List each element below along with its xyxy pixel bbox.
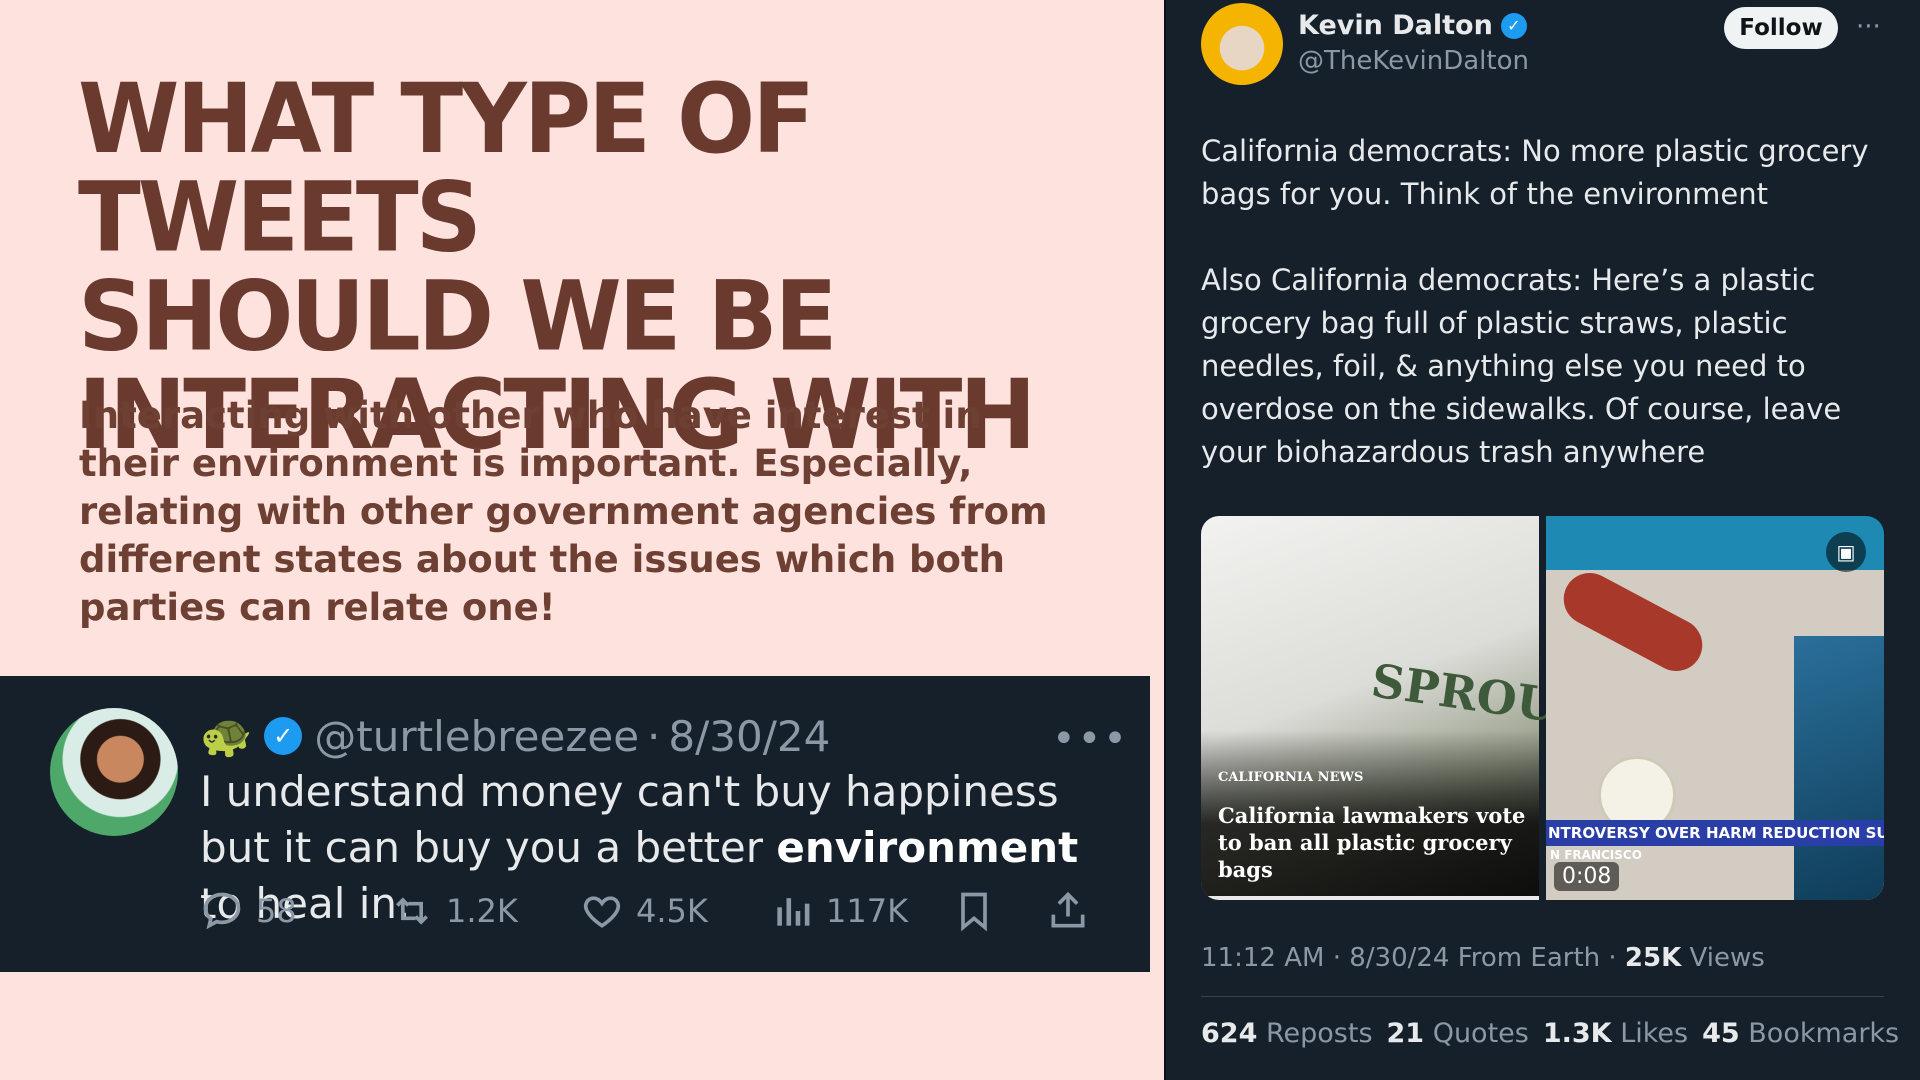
stat-quotes[interactable]: 21 Quotes — [1387, 1018, 1529, 1049]
tweet-separator: · — [647, 711, 661, 761]
stat-likes[interactable]: 1.3K Likes — [1543, 1018, 1688, 1049]
tweet-media: SPROU CALIFORNIA NEWS California lawmake… — [1201, 516, 1884, 900]
share-icon — [1051, 891, 1085, 928]
video-ticker-sub: N FRANCISCO — [1550, 848, 1642, 862]
tweet-meta: 11:12 AM · 8/30/24 From Earth · 25K View… — [1201, 943, 1765, 973]
bookmark-icon — [961, 892, 987, 932]
engagement-stats: 624 Reposts 21 Quotes 1.3K Likes 45 Book… — [1201, 1018, 1899, 1049]
news-kicker: CALIFORNIA NEWS — [1218, 770, 1364, 785]
sprouts-bag-logo: SPROU — [1368, 653, 1561, 733]
like-count: 4.5K — [636, 892, 708, 930]
turtle-emoji-icon: 🐢 — [200, 711, 253, 760]
more-icon[interactable]: ••• — [1052, 716, 1129, 762]
image-underline — [1201, 896, 1539, 900]
stat-value: 21 — [1386, 1018, 1425, 1049]
views-icon — [777, 898, 810, 926]
headline-line-1: WHAT TYPE OF TWEETS — [78, 62, 815, 274]
tweet-header: 🐢 ✓ @turtlebreezee · 8/30/24 — [200, 706, 830, 766]
stat-value: 45 — [1702, 1018, 1740, 1049]
avatar[interactable] — [50, 708, 178, 836]
views-label: Views — [1689, 943, 1765, 973]
stat-bookmarks[interactable]: 45 Bookmarks — [1702, 1018, 1899, 1049]
tweet-text: California democrats: No more plastic gr… — [1201, 130, 1901, 517]
verified-badge-icon: ✓ — [1500, 12, 1527, 39]
media-alt-icon[interactable]: ▣ — [1826, 532, 1866, 572]
stat-reposts[interactable]: 624 Reposts — [1201, 1018, 1373, 1049]
author-handle[interactable]: @TheKevinDalton — [1298, 46, 1529, 76]
like-icon — [583, 896, 621, 928]
repost-button[interactable]: 1.2K — [390, 886, 518, 936]
tweet-date[interactable]: 8/30/24 — [1349, 943, 1449, 973]
stat-label: Quotes — [1432, 1018, 1529, 1049]
reply-count: 58 — [256, 892, 297, 930]
tweet-text-bold: environment — [776, 823, 1079, 872]
tweet-action-bar: 58 1.2K 4.5K 117K — [200, 886, 1100, 936]
media-video[interactable]: ▣ NTROVERSY OVER HARM REDUCTION SUPPL N … — [1546, 516, 1884, 900]
repost-icon — [396, 897, 428, 925]
main-tweet-panel: Kevin Dalton ✓ @TheKevinDalton Follow ··… — [1166, 0, 1920, 1080]
tweet-source: From Earth — [1457, 943, 1601, 973]
stat-label: Likes — [1620, 1018, 1689, 1049]
slide-subtext: Interacting with other who have interest… — [79, 394, 1048, 629]
tweet-paragraph-2: Also California democrats: Here’s a plas… — [1201, 263, 1842, 469]
tweet-handle[interactable]: @turtlebreezee — [314, 712, 639, 761]
bookmark-button[interactable] — [952, 886, 996, 936]
tweet-time[interactable]: 11:12 AM — [1201, 943, 1324, 973]
embedded-tweet[interactable]: 🐢 ✓ @turtlebreezee · 8/30/24 ••• I under… — [0, 676, 1150, 972]
headline-line-2: SHOULD WE BE — [78, 260, 838, 373]
stat-value: 1.3K — [1542, 1018, 1612, 1049]
video-red-object — [1554, 563, 1712, 681]
follow-button[interactable]: Follow — [1724, 7, 1838, 49]
video-news-ticker: NTROVERSY OVER HARM REDUCTION SUPPL — [1546, 820, 1884, 846]
video-blue-bag — [1794, 636, 1884, 900]
avatar[interactable] — [1201, 3, 1283, 85]
tweet-date[interactable]: 8/30/24 — [668, 712, 830, 761]
verified-badge-icon: ✓ — [264, 717, 303, 755]
stats-separator — [1201, 996, 1884, 997]
views-button[interactable]: 117K — [770, 886, 908, 936]
stat-label: Reposts — [1265, 1018, 1373, 1049]
stat-label: Bookmarks — [1748, 1018, 1900, 1049]
reply-button[interactable]: 58 — [200, 886, 297, 936]
tweet-paragraph-1: California democrats: No more plastic gr… — [1201, 134, 1869, 211]
like-button[interactable]: 4.5K — [580, 886, 708, 936]
news-headline: California lawmakers vote to ban all pla… — [1218, 803, 1526, 882]
views-value: 25K — [1624, 943, 1682, 973]
media-image-news[interactable]: SPROU CALIFORNIA NEWS California lawmake… — [1201, 516, 1560, 900]
author-name[interactable]: Kevin Dalton — [1298, 10, 1493, 41]
video-duration: 0:08 — [1554, 862, 1620, 891]
stat-value: 624 — [1201, 1018, 1258, 1049]
share-button[interactable] — [1046, 886, 1090, 936]
more-icon[interactable]: ··· — [1856, 12, 1881, 42]
views-count: 117K — [826, 892, 909, 930]
repost-count: 1.2K — [446, 892, 518, 930]
reply-icon — [203, 892, 241, 930]
author-name-row[interactable]: Kevin Dalton ✓ — [1298, 10, 1527, 41]
